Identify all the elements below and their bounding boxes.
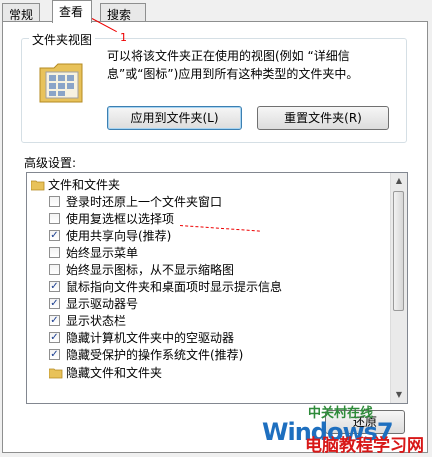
tab-search[interactable]: 搜索 [100, 3, 146, 22]
folder-icon [31, 180, 45, 191]
tab-strip: 常规 查看 搜索 [0, 0, 432, 23]
tree-item-label: 文件和文件夹 [48, 178, 121, 192]
checkbox-checked[interactable]: ✓ [49, 349, 60, 360]
setting-label: 隐藏受保护的操作系统文件(推荐) [66, 348, 244, 362]
folder-icon [49, 368, 63, 379]
folder-views-description: 可以将该文件夹正在使用的视图(例如 “详细信息”或“图标”)应用到所有这种类型的… [107, 49, 359, 81]
reset-folders-button[interactable]: 重置文件夹(R) [257, 106, 389, 130]
checkbox-checked[interactable]: ✓ [49, 298, 60, 309]
setting-label: 显示状态栏 [66, 314, 127, 328]
setting-label: 使用复选框以选择项 [66, 212, 175, 226]
tree-item-label: 隐藏文件和文件夹 [66, 366, 163, 380]
checkbox[interactable] [49, 264, 60, 275]
setting-label: 隐藏计算机文件夹中的空驱动器 [66, 331, 235, 345]
checkbox[interactable] [49, 196, 60, 207]
setting-label: 使用共享向导(推荐) [66, 229, 172, 243]
checkbox-checked[interactable]: ✓ [49, 281, 60, 292]
scroll-up-arrow-icon[interactable]: ▲ [391, 173, 407, 189]
setting-label: 显示驱动器号 [66, 297, 139, 311]
watermark-site: 电脑教程学习网 [305, 436, 424, 456]
tab-view[interactable]: 查看 [52, 0, 92, 23]
setting-label: 始终显示菜单 [66, 246, 139, 260]
setting-label: 鼠标指向文件夹和桌面项时显示提示信息 [66, 280, 283, 294]
advanced-settings-tree[interactable]: 文件和文件夹 登录时还原上一个文件夹窗口 使用复选框以选择项 ✓ 使用共享向导(… [26, 172, 408, 404]
advanced-settings-label: 高级设置: [24, 156, 77, 170]
vertical-scrollbar[interactable]: ▲ ▼ [390, 173, 407, 403]
checkbox-checked[interactable]: ✓ [49, 315, 60, 326]
setting-label: 登录时还原上一个文件夹窗口 [66, 195, 223, 209]
scroll-thumb[interactable] [393, 191, 404, 311]
folder-view-icon [39, 63, 83, 103]
scroll-down-arrow-icon[interactable]: ▼ [391, 387, 407, 403]
apply-to-folders-button[interactable]: 应用到文件夹(L) [107, 106, 242, 130]
folder-views-title: 文件夹视图 [29, 31, 96, 48]
setting-label: 始终显示图标，从不显示缩略图 [66, 263, 235, 277]
checkbox[interactable] [49, 247, 60, 258]
checkbox-checked[interactable]: ✓ [49, 230, 60, 241]
checkbox-checked[interactable]: ✓ [49, 332, 60, 343]
annotation-callout-number: 1 [120, 31, 127, 44]
checkbox[interactable] [49, 213, 60, 224]
tab-general[interactable]: 常规 [2, 3, 40, 22]
